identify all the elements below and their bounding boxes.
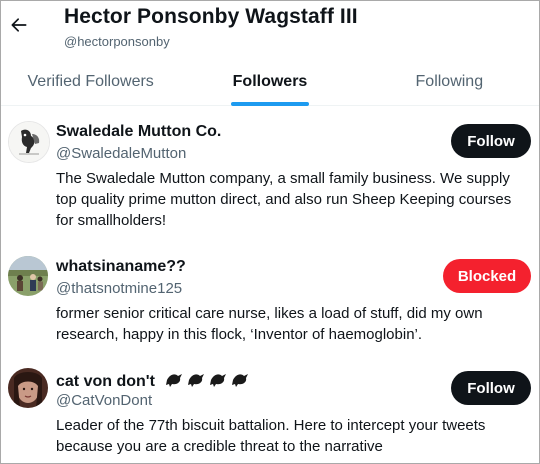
blocked-button[interactable]: Blocked	[443, 259, 531, 293]
bird-icon	[166, 374, 183, 387]
user-bio: The Swaledale Mutton company, a small fa…	[56, 170, 512, 229]
followers-list: Swaledale Mutton Co. @SwaledaleMutton Fo…	[1, 106, 539, 463]
avatar[interactable]	[8, 368, 48, 408]
tab-label: Following	[415, 73, 484, 90]
user-bio: former senior critical care nurse, likes…	[56, 305, 483, 343]
sheep-logo-icon	[9, 122, 49, 162]
list-item[interactable]: cat von don't @CatVonDont Follow Leader …	[1, 353, 539, 463]
tab-label: Verified Followers	[27, 73, 154, 90]
tab-followers[interactable]: Followers	[180, 59, 359, 106]
profile-handle: @hectorponsonby	[64, 34, 170, 49]
profile-photo-icon	[8, 256, 48, 296]
follow-tabs: Verified Followers Followers Following	[1, 59, 539, 106]
user-name: cat von don't	[56, 373, 155, 390]
user-name[interactable]: whatsinaname??	[56, 258, 186, 276]
name-emoji-group	[165, 370, 249, 393]
user-handle[interactable]: @CatVonDont	[56, 392, 152, 409]
back-arrow-icon[interactable]	[9, 15, 29, 35]
bird-icon	[232, 374, 249, 387]
user-handle[interactable]: @SwaledaleMutton	[56, 145, 186, 162]
profile-photo-icon	[8, 368, 48, 408]
user-bio: Leader of the 77th biscuit battalion. He…	[56, 417, 486, 455]
user-name-line[interactable]: cat von don't	[56, 370, 249, 393]
avatar[interactable]	[8, 121, 50, 163]
tab-following[interactable]: Following	[360, 59, 539, 105]
followers-page: Hector Ponsonby Wagstaff III @hectorpons…	[0, 0, 540, 464]
list-item[interactable]: Swaledale Mutton Co. @SwaledaleMutton Fo…	[1, 106, 539, 241]
follow-button[interactable]: Follow	[451, 371, 531, 405]
bird-icon	[188, 374, 205, 387]
profile-name: Hector Ponsonby Wagstaff III	[64, 5, 358, 28]
user-name[interactable]: Swaledale Mutton Co.	[56, 123, 221, 141]
tab-verified-followers[interactable]: Verified Followers	[1, 59, 180, 105]
user-handle[interactable]: @thatsnotmine125	[56, 280, 182, 297]
follow-button[interactable]: Follow	[451, 124, 531, 158]
tab-label: Followers	[232, 73, 308, 90]
list-item[interactable]: whatsinaname?? @thatsnotmine125 Blocked …	[1, 241, 539, 353]
profile-header: Hector Ponsonby Wagstaff III @hectorpons…	[1, 1, 539, 59]
bird-icon	[210, 374, 227, 387]
avatar[interactable]	[8, 256, 48, 296]
